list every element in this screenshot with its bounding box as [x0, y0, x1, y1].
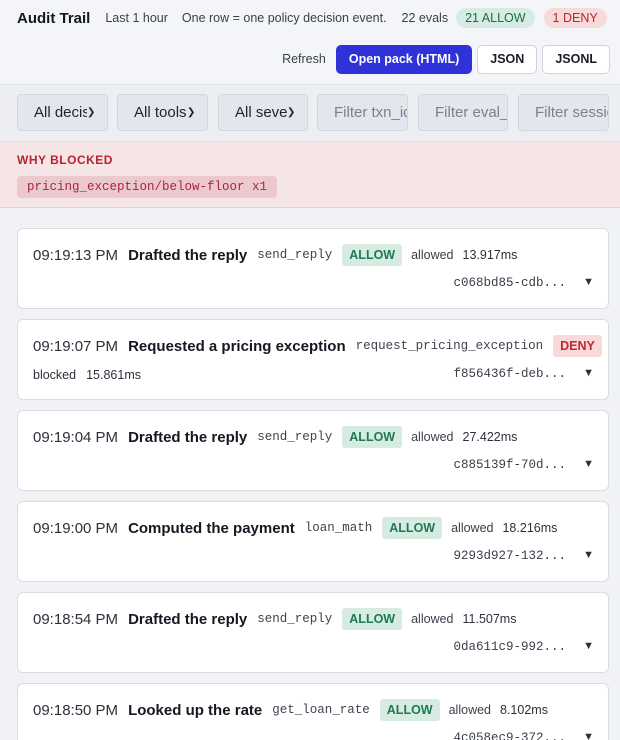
event-title: Computed the payment	[128, 519, 295, 537]
txn-filter-placeholder: Filter txn_id	[334, 104, 407, 121]
event-tool: loan_math	[304, 521, 373, 535]
event-card[interactable]: 09:19:13 PM Drafted the reply send_reply…	[17, 228, 609, 309]
event-id: 0da611c9-992...	[453, 640, 566, 654]
event-card[interactable]: 09:18:50 PM Looked up the rate get_loan_…	[17, 683, 609, 740]
event-status: allowed	[451, 521, 494, 535]
evals-count: 22 evals	[401, 11, 449, 25]
event-time: 09:19:13 PM	[33, 246, 119, 264]
chevron-down-icon: ❯	[287, 107, 296, 118]
page-title: Audit Trail	[17, 9, 91, 27]
event-title: Requested a pricing exception	[128, 337, 346, 355]
decision-badge: ALLOW	[382, 517, 443, 539]
event-status: allowed	[448, 703, 491, 717]
event-tool: send_reply	[257, 430, 333, 444]
event-latency: 15.861ms	[86, 368, 141, 382]
eval-filter-placeholder: Filter eval_id	[435, 104, 507, 121]
open-pack-button[interactable]: Open pack (HTML)	[335, 44, 473, 74]
event-tool: send_reply	[257, 248, 333, 262]
triangle-down-icon[interactable]: ▼	[583, 367, 594, 379]
allow-count-badge: 21 ALLOW	[456, 8, 535, 28]
decision-badge: ALLOW	[342, 244, 403, 266]
deny-count-badge: 1 DENY	[543, 8, 607, 28]
event-status: allowed	[411, 248, 454, 262]
event-card[interactable]: 09:18:54 PM Drafted the reply send_reply…	[17, 592, 609, 673]
event-id: 4c058ec9-372...	[453, 731, 566, 740]
event-latency: 18.216ms	[502, 521, 558, 535]
header-bar: Audit Trail Last 1 hour One row = one po…	[0, 0, 620, 85]
tool-filter-select[interactable]: All tools ❯	[117, 94, 208, 131]
export-jsonl-button[interactable]: JSONL	[542, 44, 610, 74]
event-id: 9293d927-132...	[453, 549, 566, 563]
event-title: Drafted the reply	[128, 246, 248, 264]
event-latency: 11.507ms	[462, 612, 517, 626]
event-time: 09:19:00 PM	[33, 519, 119, 537]
decision-badge: DENY	[553, 335, 602, 357]
event-id: c068bd85-cdb...	[453, 276, 566, 290]
event-tool: request_pricing_exception	[355, 339, 544, 353]
event-title: Drafted the reply	[128, 428, 248, 446]
event-title: Drafted the reply	[128, 610, 248, 628]
event-latency: 13.917ms	[462, 248, 518, 262]
refresh-button[interactable]: Refresh	[282, 52, 326, 66]
eval-filter-input[interactable]: Filter eval_id	[418, 94, 508, 131]
decision-badge: ALLOW	[342, 426, 403, 448]
triangle-down-icon[interactable]: ▼	[583, 458, 594, 470]
event-id: f856436f-deb...	[453, 367, 566, 381]
filter-bar: All decisions❯ All tools❯ All severity❯ …	[0, 86, 620, 142]
why-blocked-panel: WHY BLOCKED pricing_exception/below-floo…	[0, 142, 620, 208]
txn-filter-input[interactable]: Filter txn_id	[317, 94, 408, 131]
event-card[interactable]: 09:19:04 PM Drafted the reply send_reply…	[17, 410, 609, 491]
event-tool: send_reply	[257, 612, 333, 626]
event-card[interactable]: 09:19:07 PM Requested a pricing exceptio…	[17, 319, 609, 400]
event-id: c885139f-70d...	[453, 458, 566, 472]
header-summary: Audit Trail Last 1 hour One row = one po…	[17, 7, 607, 29]
event-time: 09:19:07 PM	[33, 337, 119, 355]
chevron-down-icon: ❯	[87, 107, 96, 118]
chevron-down-icon: ❯	[187, 107, 196, 118]
session-filter-placeholder: Filter session	[535, 104, 608, 121]
severity-filter-select[interactable]: All severity❯	[218, 94, 308, 131]
row-description: One row = one policy decision event.	[181, 11, 387, 25]
decision-badge: ALLOW	[342, 608, 403, 630]
triangle-down-icon[interactable]: ▼	[583, 640, 594, 652]
event-status: allowed	[411, 430, 454, 444]
event-time: 09:18:54 PM	[33, 610, 119, 628]
decision-badge: ALLOW	[379, 699, 440, 721]
event-latency: 27.422ms	[462, 430, 518, 444]
event-time: 09:19:04 PM	[33, 428, 119, 446]
tool-filter-value: All tools	[134, 104, 187, 121]
why-blocked-heading: WHY BLOCKED	[17, 153, 113, 167]
event-card[interactable]: 09:19:00 PM Computed the payment loan_ma…	[17, 501, 609, 582]
decision-filter-value: All decisions	[34, 104, 87, 121]
decision-filter-select[interactable]: All decisions❯	[17, 94, 108, 131]
event-status: allowed	[411, 612, 454, 626]
severity-filter-value: All severity	[235, 104, 287, 121]
triangle-down-icon[interactable]: ▼	[583, 276, 594, 288]
event-tool: get_loan_rate	[272, 703, 370, 717]
session-filter-input[interactable]: Filter session	[518, 94, 609, 131]
event-title: Looked up the rate	[128, 701, 263, 719]
export-json-button[interactable]: JSON	[477, 44, 538, 74]
triangle-down-icon[interactable]: ▼	[583, 549, 594, 561]
event-time: 09:18:50 PM	[33, 701, 119, 719]
event-latency: 8.102ms	[500, 703, 548, 717]
blocked-reason-chip[interactable]: pricing_exception/below-floor x1	[17, 176, 278, 198]
event-status: blocked	[33, 368, 77, 382]
triangle-down-icon[interactable]: ▼	[583, 731, 594, 740]
header-actions: Refresh Open pack (HTML) JSON JSONL	[282, 44, 610, 74]
time-range-label: Last 1 hour	[105, 11, 168, 25]
